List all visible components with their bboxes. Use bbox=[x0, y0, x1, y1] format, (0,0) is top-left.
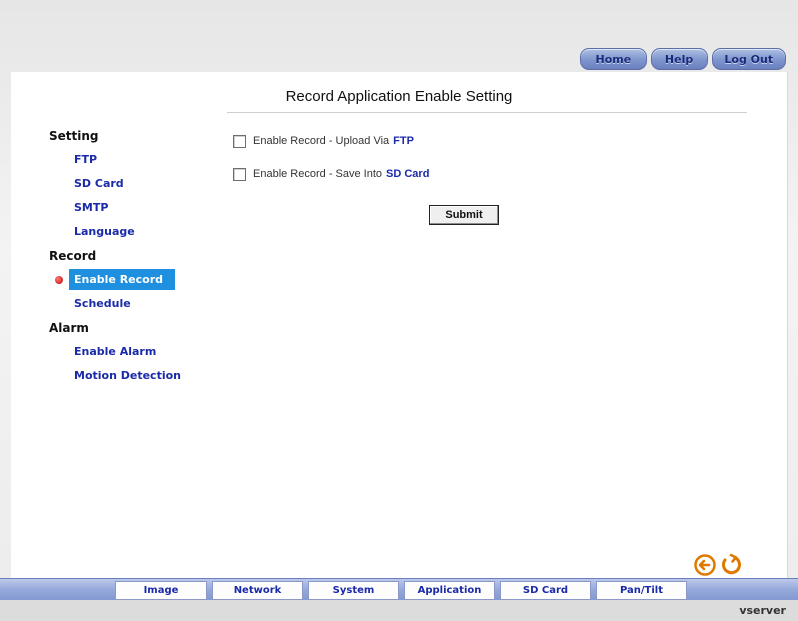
sidebar-item-sd-card[interactable]: SD Card bbox=[49, 172, 229, 196]
sidebar-item-label: SMTP bbox=[74, 201, 109, 214]
sidebar-item-label: Enable Record bbox=[69, 269, 176, 290]
option-save-sd: Enable Record - Save Into SD Card bbox=[233, 161, 429, 187]
sidebar-item-label: FTP bbox=[74, 153, 98, 166]
option-upload-ftp: Enable Record - Upload Via FTP bbox=[233, 128, 429, 154]
sidebar: Setting FTP SD Card SMTP Language Record… bbox=[49, 124, 229, 388]
footer: vserver bbox=[0, 600, 798, 621]
bottom-tab-bar: Image Network System Application SD Card… bbox=[0, 578, 798, 601]
submit-button[interactable]: Submit bbox=[429, 205, 499, 225]
logout-button[interactable]: Log Out bbox=[711, 48, 786, 70]
help-button[interactable]: Help bbox=[650, 48, 708, 70]
sidebar-item-label: Language bbox=[74, 225, 135, 238]
tab-application[interactable]: Application bbox=[404, 581, 495, 600]
option-text: Enable Record - Save Into bbox=[253, 168, 383, 180]
top-navigation: Home Help Log Out bbox=[580, 48, 786, 70]
sidebar-item-ftp[interactable]: FTP bbox=[49, 148, 229, 172]
back-arrow-icon[interactable] bbox=[693, 553, 717, 577]
home-button[interactable]: Home bbox=[580, 48, 647, 70]
sidebar-item-label: Motion Detection bbox=[74, 369, 181, 382]
tab-image[interactable]: Image bbox=[115, 581, 207, 600]
sidebar-item-label: Schedule bbox=[74, 297, 131, 310]
sidebar-item-label: Enable Alarm bbox=[74, 345, 157, 358]
title-divider bbox=[227, 112, 747, 113]
nav-icons bbox=[693, 553, 743, 577]
tab-pan-tilt[interactable]: Pan/Tilt bbox=[596, 581, 687, 600]
brand-label: vserver bbox=[739, 604, 786, 617]
option-highlight: FTP bbox=[393, 135, 414, 147]
tab-system[interactable]: System bbox=[308, 581, 399, 600]
record-form: Enable Record - Upload Via FTP Enable Re… bbox=[233, 128, 429, 194]
enable-record-sd-checkbox[interactable] bbox=[233, 167, 246, 181]
sidebar-item-schedule[interactable]: Schedule bbox=[49, 292, 229, 316]
sidebar-section-alarm: Alarm bbox=[49, 321, 89, 335]
sidebar-section-setting: Setting bbox=[49, 129, 99, 143]
content-panel: Record Application Enable Setting Settin… bbox=[11, 72, 788, 578]
option-text: Enable Record - Upload Via bbox=[253, 135, 390, 147]
sidebar-item-motion-detection[interactable]: Motion Detection bbox=[49, 364, 229, 388]
page-title: Record Application Enable Setting bbox=[285, 88, 513, 105]
sidebar-item-enable-alarm[interactable]: Enable Alarm bbox=[49, 340, 229, 364]
sidebar-item-label: SD Card bbox=[74, 177, 124, 190]
sidebar-section-record: Record bbox=[49, 249, 97, 263]
sidebar-item-language[interactable]: Language bbox=[49, 220, 229, 244]
tab-sd-card[interactable]: SD Card bbox=[500, 581, 591, 600]
refresh-icon[interactable] bbox=[719, 553, 743, 577]
option-highlight: SD Card bbox=[386, 168, 430, 180]
sidebar-item-smtp[interactable]: SMTP bbox=[49, 196, 229, 220]
active-bullet-icon bbox=[55, 276, 63, 284]
tab-network[interactable]: Network bbox=[212, 581, 303, 600]
enable-record-ftp-checkbox[interactable] bbox=[233, 134, 246, 148]
sidebar-item-enable-record[interactable]: Enable Record bbox=[49, 268, 229, 292]
